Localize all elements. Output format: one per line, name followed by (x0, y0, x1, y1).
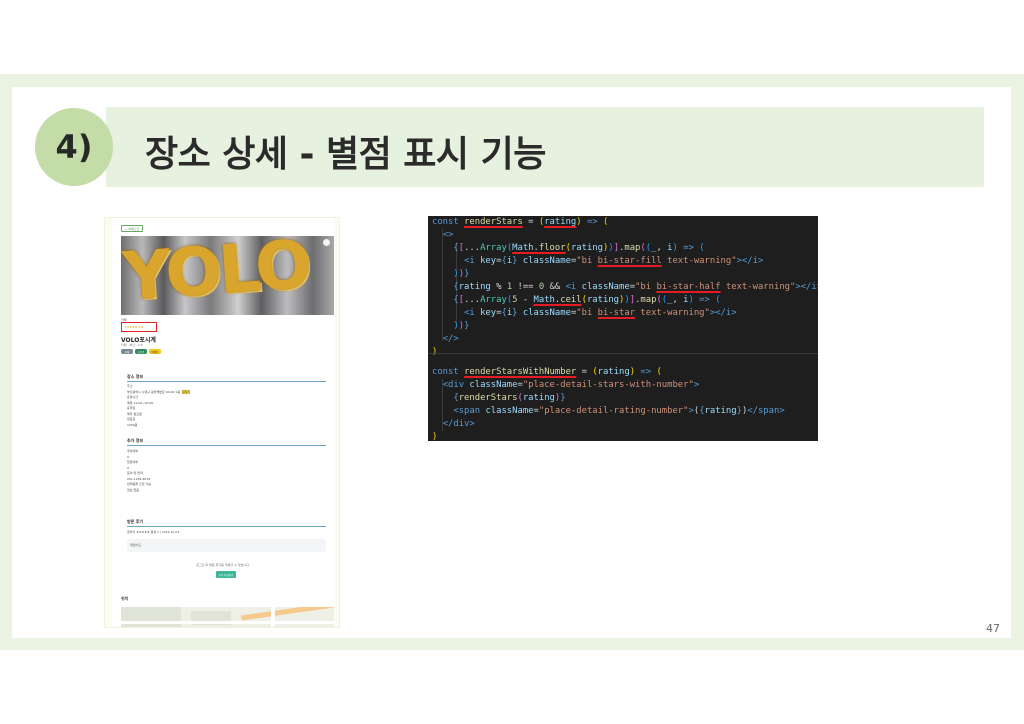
info-text: 주소 부산광역시 수영구 광안해변로 00-00 1층 (127, 384, 181, 394)
code-line: const renderStars = (rating) => ( (432, 217, 609, 227)
map-block (121, 607, 181, 627)
reviewer-line: 골라치 ★★★★★ 평점 5 | 2024-10-02 (127, 530, 180, 534)
section-number-badge: 4) (35, 108, 113, 186)
balloon-letters: YOLO (121, 236, 311, 315)
code-line: <i key={i} className="bi bi-star-fill te… (464, 256, 764, 266)
code-screenshot: const renderStars = (rating) => ( <> {[.… (428, 216, 818, 441)
login-note: 로그인 후 방문 후기를 작성할 수 있습니다. (196, 563, 250, 567)
code-line: {[...Array(Math.floor(rating))].map((_, … (453, 243, 705, 253)
review-text: 재밌어요 (130, 543, 142, 547)
info-section-heading: 장소 정보 (127, 374, 144, 379)
tag-badge: 이벤트 (149, 349, 161, 354)
location-map (121, 607, 334, 627)
code-line: </> (442, 334, 459, 344)
code-line: ))} (453, 321, 470, 331)
section-divider (127, 526, 326, 527)
slide-title: 장소 상세 - 별점 표시 기능 (145, 134, 546, 175)
rating-stars-highlight: ★★★★★ 4.8 (121, 322, 157, 332)
code-line: {rating % 1 !== 0 && <i className="bi bi… (453, 282, 818, 292)
write-review-button: 후기 작성하기 (216, 571, 236, 578)
code-line: </div> (442, 419, 475, 429)
code-line: {[...Array(5 - Math.ceil(rating))].map((… (453, 295, 721, 305)
code-line: <i key={i} className="bi bi-star text-wa… (464, 308, 737, 318)
heart-icon (323, 239, 330, 246)
code-line: const renderStarsWithNumber = (rating) =… (432, 367, 662, 377)
code-divider (428, 353, 818, 354)
info-address: 주소 부산광역시 수영구 광안해변로 00-00 1층 길찾기 (127, 384, 191, 395)
place-detail-screenshot: ← 목록으로 YOLO 카페 ★★★★★ 4.8 VOLO포시계 카페 · 부산… (104, 217, 340, 628)
extra-section-heading: 추가 정보 (127, 438, 144, 443)
code-line: <> (442, 230, 454, 240)
tag-badge: 포토존 (135, 349, 147, 354)
review-section-heading: 방문 후기 (127, 519, 144, 524)
section-divider (127, 445, 326, 446)
screenshot-page: ← 목록으로 YOLO 카페 ★★★★★ 4.8 VOLO포시계 카페 · 부산… (112, 218, 334, 627)
map-road (271, 607, 275, 627)
star-rating: ★★★★★ 4.8 (124, 325, 144, 329)
code-line: <div className="place-detail-stars-with-… (442, 380, 700, 390)
map-road (121, 621, 334, 624)
code-line: ) (432, 432, 438, 441)
directions-highlight: 길찾기 (182, 389, 191, 394)
page-number: 47 (986, 622, 1000, 635)
info-details: 운영시간 매일 11:00~20:00 휴무일 매주 월요일 입장료 1000원 (127, 395, 154, 427)
code-line: <span className="place-detail-rating-num… (453, 406, 785, 416)
tag-badge: 카페 (121, 349, 133, 354)
location-heading: 위치 (121, 596, 129, 601)
place-subtitle: 카페 · 부산 · 4.8 (121, 343, 143, 347)
back-to-list-button: ← 목록으로 (121, 225, 143, 232)
section-divider (127, 381, 326, 382)
map-road (241, 607, 334, 621)
code-line: {renderStars(rating)} (453, 393, 566, 403)
hero-image: YOLO (121, 236, 334, 315)
code-line: ))} (453, 269, 470, 279)
extra-details: 주차여부 O 입장여부 O 문의 및 연락 051-1234-5678 반려동물… (127, 449, 151, 492)
review-card: 재밌어요 (127, 539, 326, 552)
